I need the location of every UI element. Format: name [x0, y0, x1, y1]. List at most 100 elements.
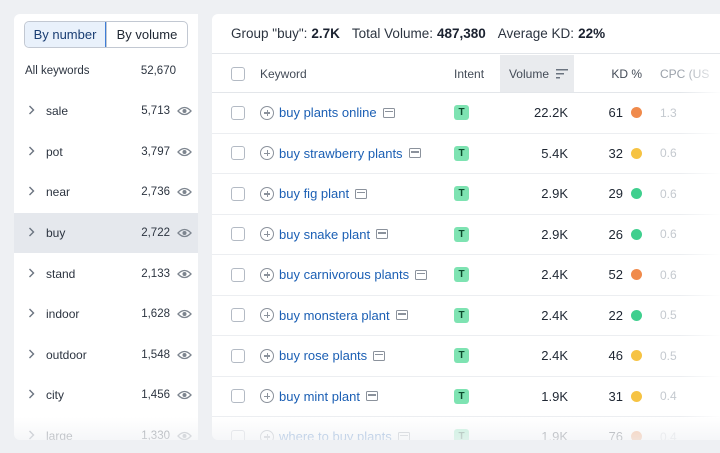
chevron-right-icon[interactable] — [28, 267, 42, 281]
row-checkbox[interactable] — [231, 105, 245, 120]
plus-circle-icon[interactable] — [260, 348, 274, 363]
group-count: 2,736 — [141, 186, 170, 199]
all-keywords-row[interactable]: All keywords 52,670 — [25, 65, 185, 77]
plus-circle-icon[interactable] — [260, 429, 274, 440]
sort-icon[interactable] — [556, 68, 568, 79]
row-checkbox[interactable] — [231, 308, 245, 323]
by-number-button[interactable]: By number — [25, 22, 106, 47]
keyword-column-header[interactable]: Keyword — [260, 55, 454, 92]
group-name: indoor — [46, 307, 80, 322]
average-kd-value: 22% — [578, 26, 606, 41]
cpc-cell: 0.6 — [660, 186, 677, 201]
group-sort-toggle: By number By volume — [24, 21, 188, 48]
keyword-link[interactable]: buy monstera plant — [279, 308, 390, 323]
group-item-large[interactable]: large 1,330 — [14, 416, 198, 440]
chevron-right-icon[interactable] — [28, 348, 42, 362]
group-name: large — [46, 429, 73, 440]
keyword-table-panel: Group "buy": 2.7K Total Volume: 487,380 … — [212, 14, 720, 440]
plus-circle-icon[interactable] — [260, 389, 274, 404]
kd-cell: 32 — [574, 146, 646, 161]
plus-circle-icon[interactable] — [260, 105, 274, 120]
cpc-column-header[interactable]: CPC (US — [646, 55, 720, 92]
select-all-checkbox[interactable] — [231, 66, 245, 81]
group-item-city[interactable]: city 1,456 — [14, 375, 198, 416]
row-checkbox-cell — [212, 267, 260, 282]
eye-icon[interactable] — [170, 106, 198, 116]
eye-icon[interactable] — [170, 187, 198, 197]
select-all-cell — [212, 55, 260, 92]
keyword-link[interactable]: buy fig plant — [279, 186, 349, 201]
group-item-sale[interactable]: sale 5,713 — [14, 91, 198, 132]
serp-features-icon[interactable] — [365, 391, 378, 402]
serp-features-icon[interactable] — [373, 350, 386, 361]
plus-circle-icon[interactable] — [260, 227, 274, 242]
table-row: buy strawberry plants T 5.4K 32 0.6 — [212, 134, 720, 174]
serp-features-icon[interactable] — [408, 148, 421, 159]
serp-features-icon[interactable] — [395, 310, 408, 321]
chevron-right-icon[interactable] — [28, 185, 42, 199]
plus-circle-icon[interactable] — [260, 308, 274, 323]
volume-column-header[interactable]: Volume — [500, 55, 574, 92]
eye-icon[interactable] — [170, 269, 198, 279]
chevron-right-icon[interactable] — [28, 145, 42, 159]
row-checkbox[interactable] — [231, 389, 245, 404]
plus-circle-icon[interactable] — [260, 186, 274, 201]
row-checkbox[interactable] — [231, 348, 245, 363]
table-row: buy fig plant T 2.9K 29 0.6 — [212, 174, 720, 215]
keyword-link[interactable]: buy carnivorous plants — [279, 267, 409, 282]
eye-icon[interactable] — [170, 309, 198, 319]
serp-features-icon[interactable] — [415, 269, 428, 280]
eye-icon[interactable] — [170, 350, 198, 360]
group-item-stand[interactable]: stand 2,133 — [14, 253, 198, 294]
volume-cell: 2.9K — [541, 186, 568, 202]
row-checkbox[interactable] — [231, 227, 245, 242]
keyword-link[interactable]: buy mint plant — [279, 389, 360, 404]
eye-icon[interactable] — [170, 147, 198, 157]
kd-column-header[interactable]: KD % — [574, 55, 646, 92]
group-item-indoor[interactable]: indoor 1,628 — [14, 294, 198, 335]
row-checkbox-cell — [212, 186, 260, 201]
kd-difficulty-dot — [631, 390, 642, 402]
cpc-cell: 0.5 — [660, 348, 677, 363]
group-item-buy[interactable]: buy 2,722 — [14, 212, 198, 254]
group-count: 2,722 — [141, 227, 170, 240]
group-name: city — [46, 388, 64, 403]
chevron-right-icon[interactable] — [28, 104, 42, 118]
by-volume-button[interactable]: By volume — [106, 22, 187, 47]
row-checkbox[interactable] — [231, 267, 245, 282]
table-row: where to buy plants T 1.9K 76 0.4 — [212, 417, 720, 440]
group-item-near[interactable]: near 2,736 — [14, 172, 198, 213]
chevron-right-icon[interactable] — [28, 226, 42, 240]
intent-column-header[interactable]: Intent — [454, 55, 500, 92]
keyword-link[interactable]: buy plants online — [279, 105, 377, 120]
all-keywords-count: 52,670 — [140, 65, 176, 77]
volume-cell: 1.9K — [541, 429, 568, 440]
serp-features-icon[interactable] — [382, 107, 395, 118]
kd-value: 61 — [608, 105, 623, 121]
group-item-outdoor[interactable]: outdoor 1,548 — [14, 335, 198, 376]
plus-circle-icon[interactable] — [260, 146, 274, 161]
row-checkbox-cell — [212, 105, 260, 120]
keyword-link[interactable]: buy snake plant — [279, 227, 370, 242]
kd-difficulty-dot — [631, 147, 642, 159]
row-checkbox[interactable] — [231, 186, 245, 201]
serp-features-icon[interactable] — [397, 431, 410, 440]
volume-cell: 2.4K — [541, 307, 568, 323]
kd-value: 26 — [608, 226, 623, 242]
eye-icon[interactable] — [170, 228, 198, 238]
eye-icon[interactable] — [170, 390, 198, 400]
serp-features-icon[interactable] — [376, 229, 389, 240]
keyword-link[interactable]: buy rose plants — [279, 348, 367, 363]
eye-icon[interactable] — [170, 431, 198, 440]
chevron-right-icon[interactable] — [28, 307, 42, 321]
plus-circle-icon[interactable] — [260, 267, 274, 282]
serp-features-icon[interactable] — [355, 188, 368, 199]
intent-cell: T — [454, 429, 500, 440]
group-item-pot[interactable]: pot 3,797 — [14, 132, 198, 173]
row-checkbox[interactable] — [231, 146, 245, 161]
keyword-link[interactable]: buy strawberry plants — [279, 146, 403, 161]
chevron-right-icon[interactable] — [28, 388, 42, 402]
chevron-right-icon[interactable] — [28, 429, 42, 440]
keyword-link[interactable]: where to buy plants — [279, 429, 392, 440]
row-checkbox[interactable] — [231, 429, 245, 440]
